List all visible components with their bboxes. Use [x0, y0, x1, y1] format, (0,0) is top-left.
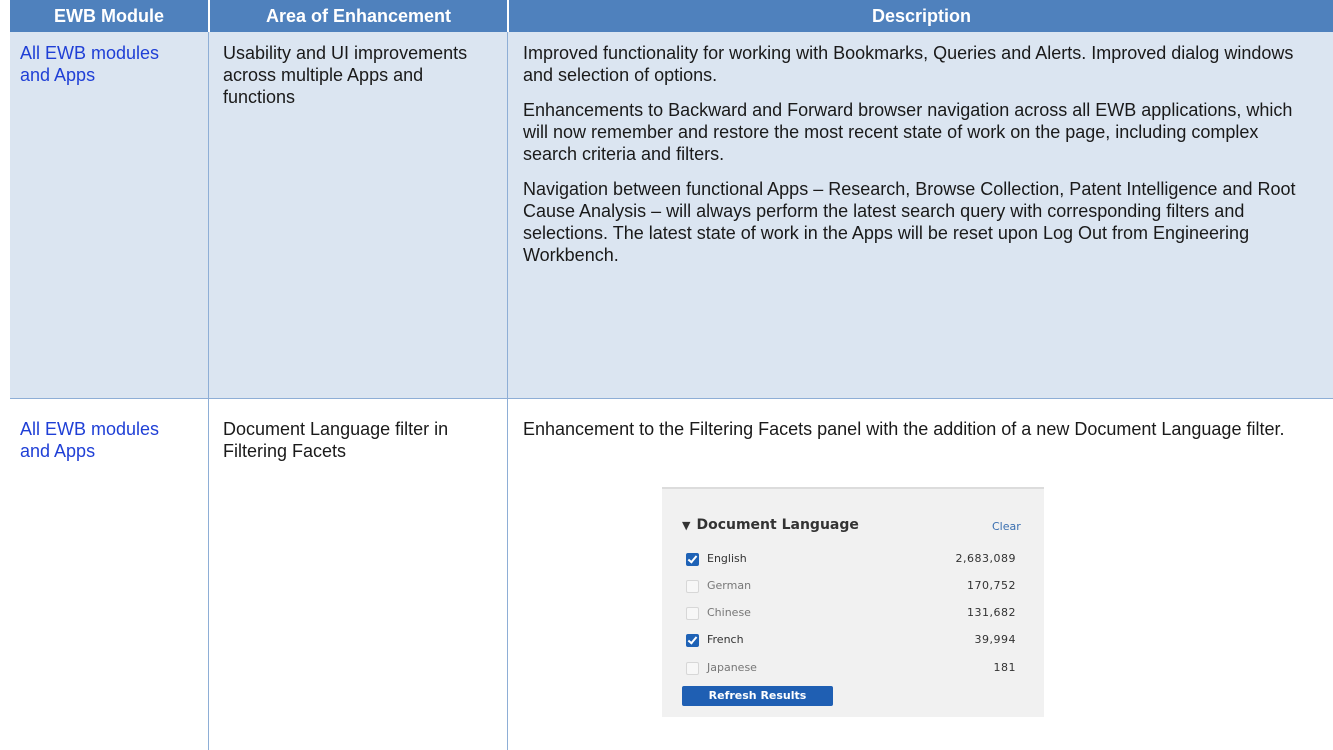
header-description: Description [509, 0, 1333, 32]
facet-item-count: 170,752 [967, 579, 1016, 592]
row-1-area: Usability and UI improvements across mul… [223, 43, 468, 107]
facet-item-label: English [707, 552, 747, 565]
facet-item-count: 131,682 [967, 606, 1016, 619]
row-2-description: Enhancement to the Filtering Facets pane… [523, 418, 1313, 453]
facet-item-english[interactable]: English 2,683,089 [682, 551, 1022, 567]
column-divider [208, 32, 209, 750]
checkbox-checked[interactable] [686, 634, 699, 647]
checkbox-checked[interactable] [686, 553, 699, 566]
facet-item-count: 39,994 [974, 633, 1016, 646]
facet-item-japanese[interactable]: Japanese 181 [682, 660, 1022, 676]
column-divider [507, 32, 508, 750]
facet-item-label: Chinese [707, 606, 751, 619]
clear-link[interactable]: Clear [992, 520, 1021, 533]
facet-item-label: French [707, 633, 744, 646]
row-2-description-para-1: Enhancement to the Filtering Facets pane… [523, 419, 1285, 439]
facet-title[interactable]: ▼ Document Language [682, 517, 859, 533]
checkbox-unchecked[interactable] [686, 607, 699, 620]
row-2-area: Document Language filter in Filtering Fa… [223, 419, 449, 461]
row-2-module: All EWB modules and Apps [20, 419, 160, 461]
header-ewb-module: EWB Module [10, 0, 208, 32]
triangle-down-icon: ▼ [682, 519, 691, 532]
facet-item-chinese[interactable]: Chinese 131,682 [682, 605, 1022, 621]
row-1-description-para-3: Navigation between functional Apps – Res… [523, 179, 1296, 265]
facet-item-count: 181 [993, 661, 1016, 674]
row-1-module: All EWB modules and Apps [20, 43, 160, 85]
row-1-description: Improved functionality for working with … [523, 42, 1313, 279]
document-language-facet-panel: ▼ Document Language Clear English 2,683,0… [662, 487, 1044, 717]
header-area-of-enhancement: Area of Enhancement [210, 0, 507, 32]
facet-item-french[interactable]: French 39,994 [682, 632, 1022, 648]
row-1-description-para-2: Enhancements to Backward and Forward bro… [523, 100, 1293, 164]
facet-item-count: 2,683,089 [955, 552, 1016, 565]
row-1-description-para-1: Improved functionality for working with … [523, 43, 1294, 85]
refresh-results-button[interactable]: Refresh Results [682, 686, 833, 706]
checkbox-unchecked[interactable] [686, 580, 699, 593]
facet-item-label: Japanese [707, 661, 757, 674]
facet-title-label: Document Language [696, 517, 859, 533]
checkbox-unchecked[interactable] [686, 662, 699, 675]
facet-item-label: German [707, 579, 752, 592]
facet-item-german[interactable]: German 170,752 [682, 578, 1022, 594]
